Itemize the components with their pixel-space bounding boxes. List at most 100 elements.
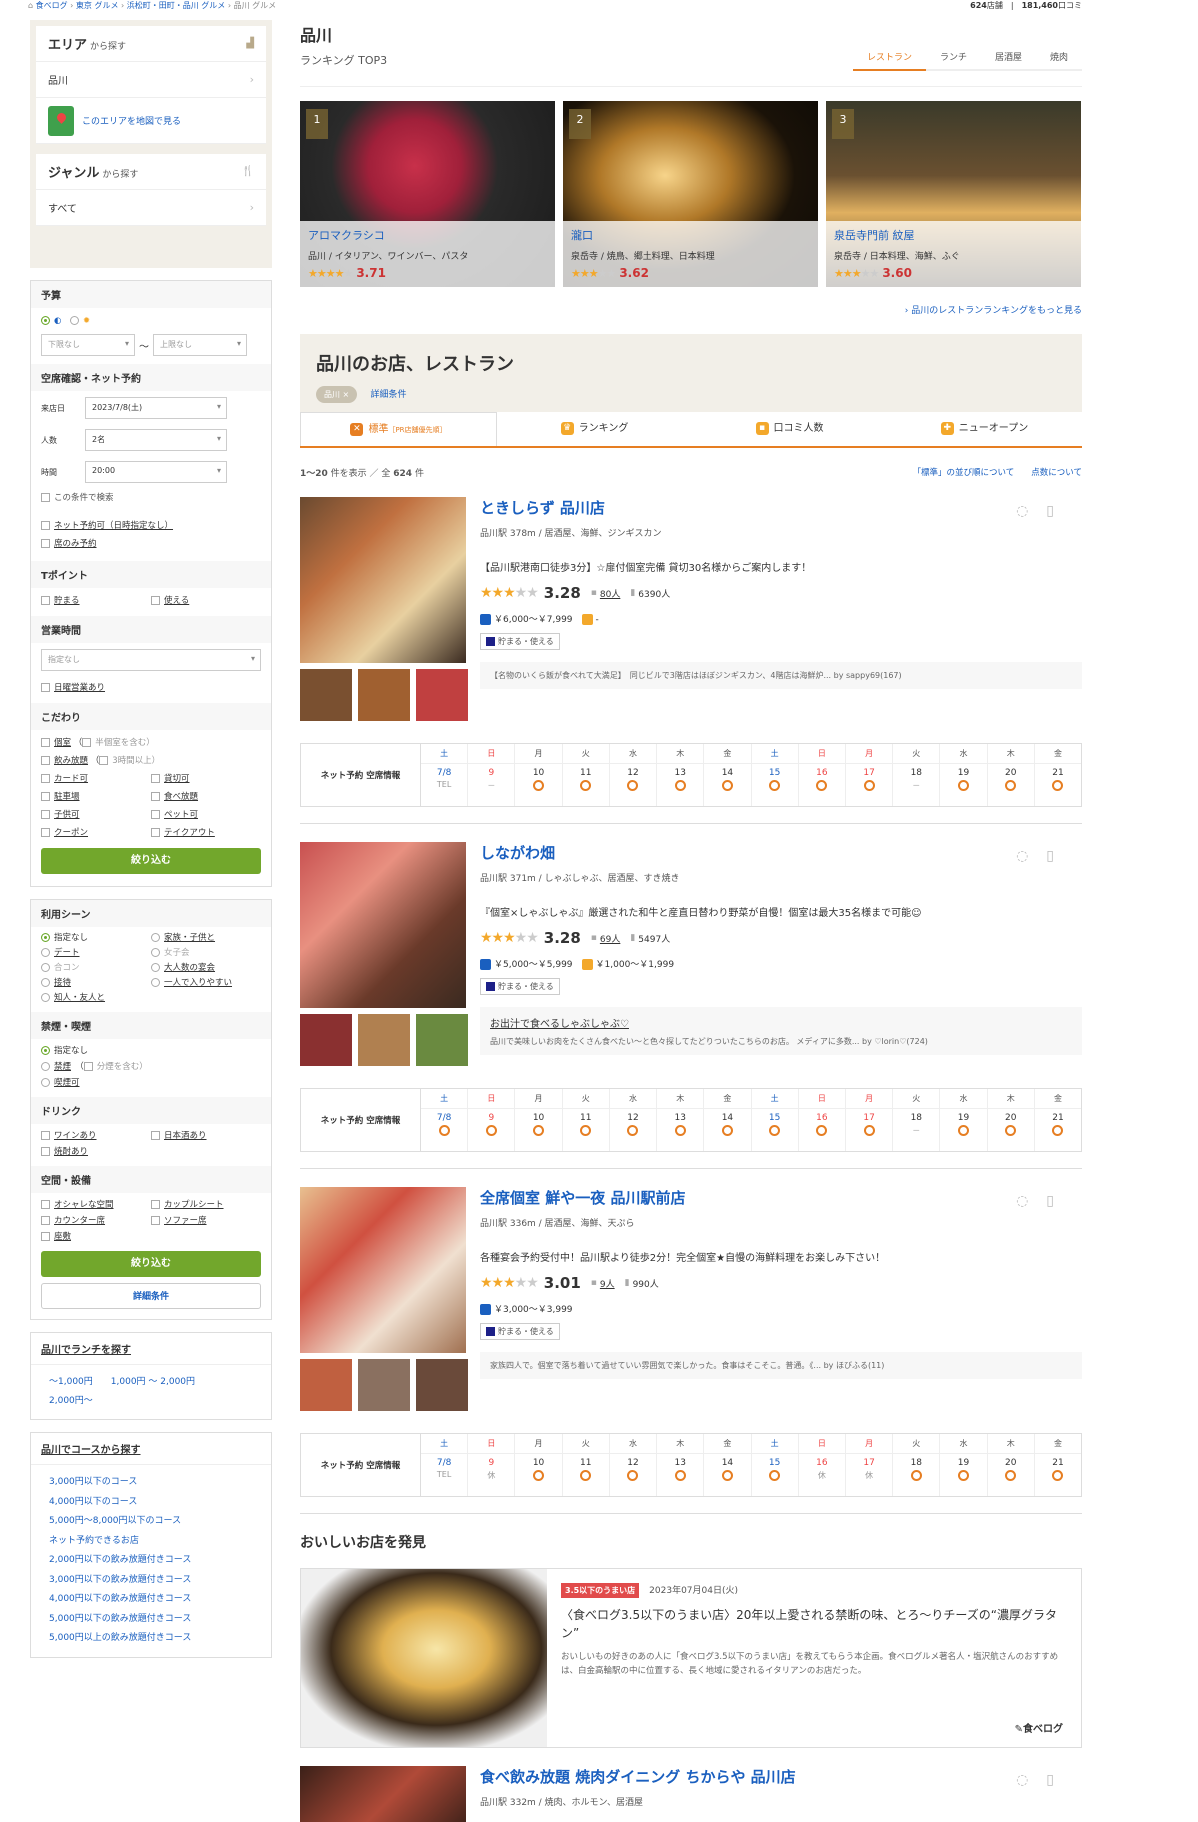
calendar-day[interactable]: 火 11 (561, 1434, 609, 1496)
review-title[interactable]: お出汁で食べるしゃぶしゃぶ♡ (490, 1015, 1072, 1030)
genre-item[interactable]: すべて › (36, 190, 266, 226)
restaurant-name[interactable]: 食べ飲み放題 焼肉ダイニング ちからや 品川店 (480, 1766, 1082, 1787)
semi-private-checkbox[interactable] (82, 738, 92, 747)
restaurant-photo[interactable] (300, 842, 466, 1008)
available-icon[interactable] (769, 1125, 781, 1136)
restaurant-name[interactable]: 全席個室 鮮や一夜 品川駅前店 (480, 1187, 1082, 1208)
sake-checkbox[interactable] (151, 1131, 160, 1140)
zashiki-checkbox[interactable] (41, 1232, 50, 1241)
seat-only-checkbox[interactable] (41, 539, 50, 548)
tpoint-use-checkbox[interactable] (151, 596, 160, 605)
available-icon[interactable] (863, 1125, 875, 1136)
available-icon[interactable] (958, 780, 970, 791)
kids-checkbox[interactable] (41, 810, 50, 819)
calendar-day[interactable]: 日 16 (797, 1089, 845, 1151)
calendar-day[interactable]: 日 16 (797, 744, 845, 806)
time-select[interactable]: 20:00 (85, 461, 227, 483)
top-card-name[interactable]: アロマクラシコ (308, 227, 547, 243)
available-icon[interactable] (580, 1125, 592, 1136)
course-link[interactable]: 2,000円以下の飲み放題付きコース (49, 1551, 253, 1571)
course-heading[interactable]: 品川でコースから探す (31, 1433, 271, 1465)
available-icon[interactable] (1005, 780, 1017, 791)
available-icon[interactable] (627, 780, 639, 791)
article-card[interactable]: 3.5以下のうまい店 2023年07月04日(火) 〈食べログ3.5以下のうまい店… (300, 1568, 1082, 1748)
thumbnail[interactable] (300, 1359, 352, 1411)
area-item[interactable]: 品川 › (36, 62, 266, 98)
hours-select[interactable]: 指定なし (41, 649, 261, 671)
course-link[interactable]: 3,000円以下のコース (49, 1473, 253, 1493)
detail-condition-button[interactable]: 詳細条件 (41, 1283, 261, 1309)
wine-checkbox[interactable] (41, 1131, 50, 1140)
thumbnail[interactable] (358, 1014, 410, 1066)
calendar-day[interactable]: 土 15 (750, 1434, 798, 1496)
calendar-day[interactable]: 金 21 (1033, 1089, 1082, 1151)
restaurant-photo[interactable] (300, 497, 466, 663)
available-icon[interactable] (1052, 780, 1064, 791)
buffet-checkbox[interactable] (151, 792, 160, 801)
restaurant-photo[interactable] (300, 1766, 466, 1822)
course-link[interactable]: 4,000円以下の飲み放題付きコース (49, 1590, 253, 1610)
parking-checkbox[interactable] (41, 792, 50, 801)
calendar-day[interactable]: 金 14 (703, 1434, 751, 1496)
available-icon[interactable] (674, 780, 686, 791)
calendar-day[interactable]: 金 21 (1033, 744, 1082, 806)
calendar-day[interactable]: 水 12 (608, 1089, 657, 1151)
calendar-day[interactable]: 水 12 (608, 1434, 657, 1496)
review-snippet[interactable]: お出汁で食べるしゃぶしゃぶ♡ 品川で美味しいお肉をたくさん食べたい〜と色々探してた… (480, 1007, 1082, 1055)
available-icon[interactable] (769, 780, 781, 791)
available-icon[interactable] (1005, 1125, 1017, 1136)
calendar-day[interactable]: 土 7/8 TEL (421, 1434, 468, 1496)
lunch-link[interactable]: 1,000円 〜 2,000円 (111, 1377, 195, 1387)
tab-reviews[interactable]: ▪ 口コミ人数 (692, 412, 887, 446)
available-icon[interactable] (1005, 1470, 1017, 1481)
review-count[interactable]: 9人 (600, 1277, 615, 1290)
top-card[interactable]: 2 瀧口 泉岳寺 / 焼鳥、郷土料理、日本料理 ★★★★★ 3.62 (563, 101, 818, 287)
thumbnail[interactable] (358, 669, 410, 721)
scene-radio[interactable] (41, 948, 50, 957)
pin-icon[interactable]: ◌ (1016, 848, 1046, 864)
tab-lunch[interactable]: ランチ (925, 44, 981, 71)
order-link[interactable]: 「標準」の並び順について (912, 468, 1014, 478)
scene-radio[interactable] (151, 963, 160, 972)
available-icon[interactable] (485, 1125, 497, 1136)
three-hours-checkbox[interactable] (99, 756, 109, 765)
takeout-checkbox[interactable] (151, 828, 160, 837)
calendar-day[interactable]: 土 15 (750, 1089, 798, 1151)
detail-condition-link[interactable]: 詳細条件 (370, 390, 406, 400)
calendar-day[interactable]: 水 19 (939, 1434, 987, 1496)
available-icon[interactable] (438, 1125, 450, 1136)
calendar-day[interactable]: 日9休 (467, 1434, 515, 1496)
private-room-checkbox[interactable] (41, 738, 50, 747)
available-icon[interactable] (721, 780, 733, 791)
calendar-day[interactable]: 木 13 (656, 744, 704, 806)
available-icon[interactable] (533, 1470, 545, 1481)
sofa-checkbox[interactable] (151, 1216, 160, 1225)
budget-min-select[interactable]: 下限なし (41, 334, 135, 356)
search-cond-checkbox[interactable] (41, 493, 50, 502)
shochu-checkbox[interactable] (41, 1147, 50, 1156)
bookmark-icon[interactable]: ▯ (1046, 848, 1072, 864)
date-select[interactable]: 2023/7/8(土) (85, 397, 227, 419)
calendar-day[interactable]: 金 21 (1033, 1434, 1082, 1496)
review-snippet[interactable]: 家族四人で。個室で落ち着いて過せていい雰囲気で楽しかった。食事はそこそこ。普通。… (480, 1352, 1082, 1379)
available-icon[interactable] (627, 1125, 639, 1136)
coupon-checkbox[interactable] (41, 828, 50, 837)
available-icon[interactable] (816, 780, 828, 791)
calendar-day[interactable]: 水 19 (939, 744, 987, 806)
pin-icon[interactable]: ◌ (1016, 1193, 1046, 1209)
thumbnail[interactable] (416, 1014, 468, 1066)
available-icon[interactable] (958, 1125, 970, 1136)
breadcrumb-item[interactable]: 食べログ (36, 1, 68, 10)
area-tag[interactable]: 品川 × (316, 386, 358, 403)
calendar-day[interactable]: 月 10 (514, 1434, 562, 1496)
couple-seat-checkbox[interactable] (151, 1200, 160, 1209)
scene-radio[interactable] (41, 933, 50, 942)
top-card[interactable]: 3 泉岳寺門前 紋屋 泉岳寺 / 日本料理、海鮮、ふぐ ★★★★★ 3.60 (826, 101, 1081, 287)
tab-yakiniku[interactable]: 焼肉 (1035, 44, 1082, 71)
available-icon[interactable] (1052, 1470, 1064, 1481)
restaurant-photo[interactable] (300, 1187, 466, 1353)
tab-new-open[interactable]: ✚ ニューオープン (887, 412, 1082, 446)
calendar-day[interactable]: 月 10 (514, 1089, 562, 1151)
available-icon[interactable] (674, 1470, 686, 1481)
people-select[interactable]: 2名 (85, 429, 227, 451)
